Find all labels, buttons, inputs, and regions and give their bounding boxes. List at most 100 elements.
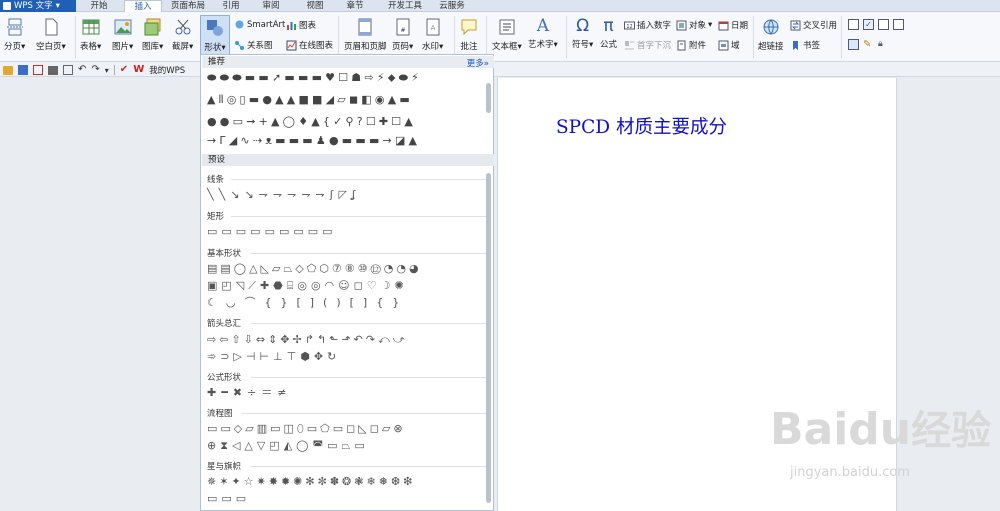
tab-section[interactable]: 章节 <box>340 0 370 12</box>
online-chart-button[interactable]: 在线图表 <box>286 39 333 51</box>
chevron-down-icon[interactable]: ▾ <box>105 66 109 75</box>
form-edit-icon[interactable]: ✎ <box>863 39 874 50</box>
document-title-text[interactable]: SPCD 材质主要成分 <box>556 113 727 139</box>
header-footer-button[interactable]: 页眉和页脚 <box>344 18 387 52</box>
picture-label: 图片 <box>112 42 130 52</box>
line-shape-item[interactable]: ╲╲↘↘⇁⇁⇁⇁⇁ʃ◸ʆ <box>207 188 361 201</box>
bookmark-button[interactable]: 书签 <box>790 39 820 51</box>
blank-page-label: 空白页 <box>36 42 62 52</box>
watermark-label: 水印 <box>422 42 440 52</box>
formula-shape-item[interactable]: ✚━✖÷＝≠ <box>207 386 292 399</box>
chart-button[interactable]: 图表 <box>286 19 316 31</box>
date-button[interactable]: 日期 <box>718 19 748 31</box>
arrow-shape-item[interactable]: ⇨⇦⇧⇩⇔⇕✥✢↱↰⬑⬏↶↷⤺⤻ <box>207 333 408 346</box>
print-preview-icon[interactable] <box>63 65 73 75</box>
scissors-icon <box>175 19 191 35</box>
page-number-button[interactable]: # 页码▾ <box>392 18 413 52</box>
drop-cap-button[interactable]: 首字下沉 <box>624 39 671 51</box>
comment-label: 批注 <box>460 42 478 52</box>
textbox-label: 文本框 <box>492 42 518 52</box>
tab-cloud[interactable]: 云服务 <box>432 0 472 12</box>
open-folder-icon[interactable] <box>3 65 13 75</box>
shape-item[interactable]: ⬬⬬⬬▬▬➚▬▬▬♥☐☗⇨⚡⬥⬬⚡ <box>207 71 422 84</box>
redo-icon[interactable]: ↷ <box>91 65 99 75</box>
picture-button[interactable]: 图片▾ <box>112 18 133 52</box>
form-checkbox-icon[interactable]: ✓ <box>863 19 874 30</box>
ribbon-divider <box>486 16 487 58</box>
section-divider <box>241 413 487 414</box>
app-menu-button[interactable]: WPS 文字 ▾ <box>0 0 76 12</box>
form-textbox-icon[interactable] <box>848 19 859 30</box>
tab-reference[interactable]: 引用 <box>216 0 246 12</box>
dropdown-arrow-icon: ▾ <box>129 42 134 52</box>
table-button[interactable]: 表格▾ <box>80 18 101 52</box>
field-label: 域 <box>731 41 740 51</box>
basic-shape-item[interactable]: ☾◡⌒{}[]()[]{} <box>207 296 408 309</box>
star-shape-item[interactable]: ✵✶✦☆✷✸✹✺✻✼✽❂❃❄❅❆❇ <box>207 475 415 488</box>
preset-scrollbar[interactable] <box>486 173 491 503</box>
date-label: 日期 <box>731 21 749 31</box>
tab-page-layout[interactable]: 页面布局 <box>166 0 210 12</box>
smartart-button[interactable]: SmartArt <box>234 19 285 30</box>
ribbon-divider <box>841 16 842 58</box>
form-lock-icon[interactable]: 🔒︎ <box>878 39 889 50</box>
recommended-row-3: ●●▭➞+▲◯♦▲{✓⚲?☐✚☐▲ <box>207 115 416 128</box>
tab-home[interactable]: 开始 <box>84 0 114 12</box>
recommended-row-1: ⬬⬬⬬▬▬➚▬▬▬♥☐☗⇨⚡⬥⬬⚡ <box>207 71 422 84</box>
shapes-button[interactable]: 形状▾ <box>200 15 230 59</box>
brush-icon[interactable]: ✔ <box>120 65 128 75</box>
section-basic-title: 基本形状 <box>207 249 242 259</box>
tab-view[interactable]: 视图 <box>300 0 330 12</box>
cross-reference-button[interactable]: 交叉引用 <box>790 19 837 31</box>
textbox-button[interactable]: 文本框▾ <box>492 18 522 52</box>
export-pdf-icon[interactable] <box>33 65 43 75</box>
flowchart-shape-item[interactable]: ⊕⧗◁△▽◰◭◯◚▭⏢▭ <box>207 439 369 452</box>
tab-insert[interactable]: 插入 <box>124 0 162 12</box>
cross-reference-icon <box>790 20 801 30</box>
comment-button[interactable]: 批注 <box>460 18 478 52</box>
flowchart-shape-item[interactable]: ▭▭◇▱▥▭◫⬯▭⬠▭◻◺◻▱⊗ <box>207 422 406 435</box>
watermark-url: jingyan.baidu.com <box>790 465 910 480</box>
undo-icon[interactable]: ↶ <box>78 65 86 75</box>
hyperlink-button[interactable]: 超链接 <box>758 18 784 52</box>
quick-access-icons: ↶ ↷ ▾ ✔ W 我的WPS <box>3 64 185 76</box>
blank-page-button[interactable]: 空白页▾ <box>36 18 66 52</box>
basic-shape-item[interactable]: ▤▤◯△◺▱⏢◇⬠⬡⑦⑧⑩⑫◔◔◕ <box>207 262 422 275</box>
shape-item[interactable]: →Γ◢∿⇢ᴥ▬▬▬♟●▬▬▬→◪▲ <box>207 134 420 147</box>
arrow-shape-item[interactable]: ➾⊃▷⊣⊢⊥⊤⬢✥↻ <box>207 350 340 363</box>
watermark-icon: A <box>426 18 440 36</box>
object-button[interactable]: 对象 ▾ <box>676 19 712 31</box>
shape-item[interactable]: ●●▭➞+▲◯♦▲{✓⚲?☐✚☐▲ <box>207 115 416 128</box>
rectangle-shape-item[interactable]: ▭▭▭▭▭▭▭▭▭ <box>207 225 337 238</box>
form-list-icon[interactable] <box>893 19 904 30</box>
banner-shape-item[interactable]: ▭▭▭ <box>207 492 250 505</box>
page-break-button[interactable]: 分页▾ <box>4 18 25 52</box>
symbol-button[interactable]: Ω 符号▾ <box>572 16 593 50</box>
basic-shape-item[interactable]: ▣◰◹⟋✚⬣⌸◎◎◠☺◻♡☽✺ <box>207 279 408 292</box>
section-formula-title: 公式形状 <box>207 373 242 383</box>
tab-review[interactable]: 审阅 <box>256 0 286 12</box>
screenshot-button[interactable]: 截屏▾ <box>172 18 193 52</box>
wordart-button[interactable]: A 艺术字▾ <box>528 16 558 50</box>
formula-button[interactable]: π 公式 <box>600 16 617 50</box>
svg-text:A: A <box>430 24 435 32</box>
recommended-scrollbar[interactable] <box>486 83 491 113</box>
symbol-label: 符号 <box>572 40 590 50</box>
dropdown-arrow-icon: ▾ <box>439 42 444 52</box>
dropdown-arrow-icon: ▾ <box>61 42 66 52</box>
form-image-icon[interactable] <box>848 39 859 50</box>
attachment-button[interactable]: 附件 <box>676 39 706 51</box>
watermark-button[interactable]: A 水印▾ <box>422 18 443 52</box>
insert-number-button[interactable]: 12 插入数字 <box>624 19 671 31</box>
field-button[interactable]: 域 <box>718 39 740 51</box>
gallery-button[interactable]: 图库▾ <box>142 18 163 52</box>
print-icon[interactable] <box>48 65 58 75</box>
my-wps-tab[interactable]: 我的WPS <box>149 64 185 76</box>
form-combobox-icon[interactable] <box>878 19 889 30</box>
shape-item[interactable]: ▲⦀◎▯▬●▲▲■■◢▱◼◧◉▲▬ <box>207 93 413 106</box>
tab-developer[interactable]: 开发工具 <box>382 0 428 12</box>
save-icon[interactable] <box>18 65 28 75</box>
relation-chart-button[interactable]: 关系图 <box>234 39 273 51</box>
more-shapes-link[interactable]: 更多» <box>467 57 489 69</box>
chart-label: 图表 <box>299 21 317 31</box>
